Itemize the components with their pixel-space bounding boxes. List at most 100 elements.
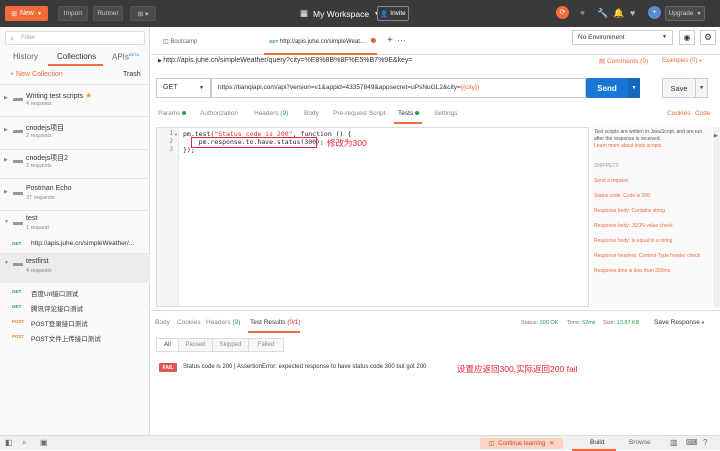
tab-current-request[interactable]: GET http://apis.juhe.cn/simpleWeat... — [269, 38, 376, 45]
tab-apis[interactable]: APIsBETA — [112, 52, 139, 62]
tab-collections[interactable]: Collections — [57, 52, 96, 61]
collection-testfirst[interactable]: ▼ ▬ testfirst 4 requests — [0, 254, 150, 283]
snippet-item[interactable]: Response time is less than 200ms — [594, 268, 670, 274]
tab-pre-request-script[interactable]: Pre-request Script — [333, 110, 385, 117]
save-button[interactable]: Save — [662, 78, 696, 98]
chevron-down-icon: ▼ — [697, 58, 703, 63]
request-name: POST文件上传接口测试 — [31, 336, 101, 343]
tab-response-cookies[interactable]: Cookies — [177, 319, 200, 326]
add-tab-button[interactable]: + — [387, 35, 393, 46]
save-dropdown-button[interactable]: ▼ — [696, 78, 708, 98]
satellite-icon[interactable]: ⌖ — [580, 8, 585, 19]
trash-button[interactable]: Trash — [123, 71, 141, 78]
bell-icon[interactable]: 🔔 — [613, 8, 624, 19]
workspace-switcher[interactable]: ▦ My Workspace ▼ — [300, 8, 379, 19]
caret-right-icon[interactable]: ▶ — [714, 133, 718, 139]
keyboard-icon[interactable]: ⌨ — [686, 438, 698, 447]
runner-button[interactable]: Runner — [93, 6, 123, 21]
status-readout: Status: 200 OK — [521, 320, 559, 326]
tab-headers[interactable]: Headers (9) — [254, 110, 288, 117]
snippet-item[interactable]: Send a request — [594, 178, 628, 184]
chevron-down-icon: ▼ — [699, 85, 704, 91]
method-badge: POST — [12, 334, 25, 339]
sync-icon[interactable]: ⟳ — [556, 6, 569, 19]
grid-icon: ▦ — [300, 8, 309, 18]
snippet-item[interactable]: Response body: Contains string — [594, 208, 665, 214]
tab-history[interactable]: History — [13, 52, 38, 61]
layout-icon[interactable]: ▥ — [670, 438, 678, 447]
send-dropdown-button[interactable]: ▼ — [628, 78, 640, 98]
learn-more-link[interactable]: Learn more about tests scripts — [594, 143, 661, 149]
chevron-down-icon: ▼ — [699, 320, 705, 325]
collection-writing-test-scripts[interactable]: ▶ ▬ Writing test scripts ★ 4 requests — [0, 89, 150, 115]
tests-editor[interactable]: 1 2 3 ▼ pm.test("Status code is 200", fu… — [156, 127, 589, 307]
snippet-item[interactable]: Response body: Is equal to a string — [594, 238, 672, 244]
tab-body[interactable]: Body — [304, 110, 319, 117]
collection-cnodejs[interactable]: ▶ ▬ cnodejs项目 2 requests — [0, 121, 150, 147]
wrench-icon[interactable]: 🔧 — [597, 8, 608, 19]
snippet-item[interactable]: Status code: Code is 200 — [594, 193, 650, 199]
examples-dropdown[interactable]: Examples (0) ▼ — [662, 58, 702, 64]
avatar[interactable]: + — [648, 6, 661, 19]
request-item[interactable]: GET http://apis.juhe.cn/simpleWeather/..… — [0, 237, 150, 252]
snippet-item[interactable]: Response body: JSON value check — [594, 223, 673, 229]
url-input[interactable]: https://tianqiapi.com/api?version=v1&app… — [211, 78, 586, 98]
collection-postman-echo[interactable]: ▶ ▬ Postman Echo 37 requests — [0, 183, 150, 209]
invite-button[interactable]: 👤 Invite — [377, 6, 409, 21]
active-tab-underline — [248, 331, 300, 333]
snippets-collapse-bar[interactable] — [713, 127, 720, 307]
browse-tab[interactable]: Browse — [629, 439, 651, 446]
caret-right-icon: ▶ — [4, 157, 8, 163]
filter-input[interactable]: ⌕ Filter — [5, 31, 145, 45]
filter-all[interactable]: All — [157, 339, 179, 351]
sidebar-toggle-icon[interactable]: ◧ — [5, 438, 13, 447]
filter-passed[interactable]: Passed — [179, 339, 213, 351]
send-button[interactable]: Send — [586, 78, 628, 98]
snippets-description: Test scripts are written in JavaScript, … — [594, 129, 703, 149]
request-item[interactable]: GET 腾讯评论接口测试 — [0, 300, 150, 315]
test-result-row: FAIL Status code is 200 | AssertionError… — [159, 363, 719, 375]
search-icon[interactable]: ⌕ — [22, 438, 26, 448]
new-button[interactable]: ⊞ New ▼ — [5, 6, 48, 21]
tab-test-results[interactable]: Test Results (0/1) — [250, 319, 301, 326]
tab-tests[interactable]: Tests — [398, 110, 420, 117]
tab-settings[interactable]: Settings — [434, 110, 458, 117]
collection-cnodejs2[interactable]: ▶ ▬ cnodejs项目2 2 requests — [0, 151, 150, 177]
window-icon: ⊞ ▾ — [137, 10, 149, 18]
heart-icon[interactable]: ♥ — [630, 8, 635, 18]
snippet-item[interactable]: Response headers: Content-Type header ch… — [594, 253, 700, 259]
new-window-button[interactable]: ⊞ ▾ — [130, 6, 156, 21]
close-icon[interactable]: ✕ — [370, 37, 375, 44]
tab-bootcamp[interactable]: ◫ Bootcamp — [163, 38, 197, 45]
request-item[interactable]: GET 百度Url接口测试 — [0, 285, 150, 300]
request-item[interactable]: POST POST登录接口测试 — [0, 315, 150, 330]
gear-icon[interactable]: ⚙ — [700, 30, 716, 45]
tab-response-body[interactable]: Body — [155, 319, 170, 326]
tab-params[interactable]: Params — [158, 110, 187, 117]
continue-learning-button[interactable]: ◫ Continue learning ✕ — [480, 438, 563, 449]
new-collection-button[interactable]: + New Collection — [10, 71, 63, 78]
comments-button[interactable]: ▤ Comments (0) — [599, 57, 648, 65]
collection-test[interactable]: ▼ ▬ test 1 request — [0, 213, 150, 239]
collection-name: test — [26, 215, 38, 222]
upgrade-button[interactable]: Upgrade ▼ — [665, 6, 705, 21]
fold-icon[interactable]: ▼ — [174, 132, 178, 137]
help-icon[interactable]: ? — [703, 438, 707, 447]
console-icon[interactable]: ▣ — [40, 438, 48, 447]
code-link[interactable]: Code — [695, 110, 711, 117]
save-response-button[interactable]: Save Response ▼ — [654, 319, 705, 326]
environment-select[interactable]: No Environment ▼ — [572, 30, 673, 45]
filter-skipped[interactable]: Skipped — [213, 339, 249, 351]
more-icon[interactable]: ··· — [397, 35, 406, 45]
cookies-link[interactable]: Cookies — [667, 110, 690, 117]
close-icon[interactable]: ✕ — [549, 440, 554, 447]
tab-response-headers[interactable]: Headers (9) — [206, 319, 240, 326]
build-tab[interactable]: Build — [590, 439, 604, 446]
tab-authorization[interactable]: Authorization — [200, 110, 238, 117]
request-item[interactable]: POST POST文件上传接口测试 — [0, 330, 150, 345]
eye-icon[interactable]: ◉ — [679, 30, 695, 45]
star-icon[interactable]: ★ — [85, 91, 92, 100]
filter-failed[interactable]: Failed — [249, 339, 283, 351]
import-button[interactable]: Import — [58, 6, 88, 21]
method-select[interactable]: GET ▼ — [156, 78, 211, 98]
